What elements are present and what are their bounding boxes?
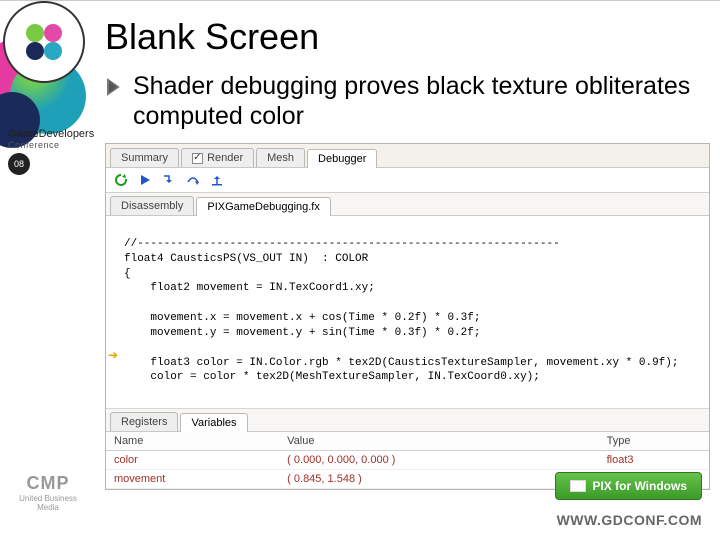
var-name: color [106,451,279,470]
flag-icon [570,480,586,492]
refresh-icon[interactable] [112,171,130,189]
tab-render-label: Render [207,152,243,164]
slide-title: Blank Screen [105,16,710,58]
code-line: color = color * tex2D(MeshTextureSampler… [124,371,540,383]
var-name: movement [106,470,279,489]
top-tab-bar: Summary Render Mesh Debugger [106,144,709,168]
tab-registers[interactable]: Registers [110,412,178,431]
cmp-sub: United Business Media [18,494,78,512]
arrow-current-line-icon: ➔ [108,348,118,364]
bullet-row: Shader debugging proves black texture ob… [105,72,710,131]
step-into-icon[interactable] [160,171,178,189]
var-value: ( 0.000, 0.000, 0.000 ) [279,451,598,470]
code-line: //--------------------------------------… [124,238,560,250]
step-over-icon[interactable] [184,171,202,189]
side-decoration [0,0,92,540]
code-view: //--------------------------------------… [106,216,709,408]
code-line: movement.y = movement.y + sin(Time * 0.3… [124,327,480,339]
tab-source-file[interactable]: PIXGameDebugging.fx [196,197,331,216]
render-checkbox-icon [192,153,203,164]
code-line: float4 CausticsPS(VS_OUT IN) : COLOR [124,253,368,265]
tab-mesh[interactable]: Mesh [256,148,305,167]
slide-content: Blank Screen Shader debugging proves bla… [105,10,710,530]
col-name: Name [106,432,279,451]
debug-toolbar [106,168,709,193]
gdconf-url: WWW.GDCONF.COM [557,512,702,528]
bottom-tab-bar: Registers Variables [106,408,709,432]
code-line: float3 color = IN.Color.rgb * tex2D(Caus… [124,357,679,369]
col-value: Value [279,432,598,451]
gdc-logo-game: Game [8,128,39,140]
chevron-right-icon [105,78,123,96]
pix-badge: PIX for Windows [555,472,702,500]
debugger-panel: Summary Render Mesh Debugger [105,143,710,490]
code-line: movement.x = movement.x + cos(Time * 0.2… [124,312,480,324]
pix-label: PIX for Windows [592,479,687,493]
gdc-logo-conf: Conference [8,140,60,150]
tab-variables[interactable]: Variables [180,413,247,432]
table-header-row: Name Value Type [106,432,709,451]
cmp-logo: CMP United Business Media [18,473,78,512]
step-out-icon[interactable] [208,171,226,189]
bullet-text: Shader debugging proves black texture ob… [133,72,710,131]
var-type: float3 [599,451,709,470]
gdc-logo: GameDevelopers Conference 08 [8,128,86,175]
table-row: color ( 0.000, 0.000, 0.000 ) float3 [106,451,709,470]
col-type: Type [599,432,709,451]
tab-render[interactable]: Render [181,148,254,167]
code-line: { [124,268,131,280]
play-icon[interactable] [136,171,154,189]
gdc-logo-dev: Developers [39,128,95,140]
tab-debugger[interactable]: Debugger [307,149,377,168]
var-value: ( 0.845, 1.548 ) [279,470,598,489]
tab-disassembly[interactable]: Disassembly [110,196,194,215]
code-line: float2 movement = IN.TexCoord1.xy; [124,282,375,294]
cmp-mark: CMP [18,473,78,494]
tab-summary[interactable]: Summary [110,148,179,167]
sub-tab-bar: Disassembly PIXGameDebugging.fx [106,193,709,216]
